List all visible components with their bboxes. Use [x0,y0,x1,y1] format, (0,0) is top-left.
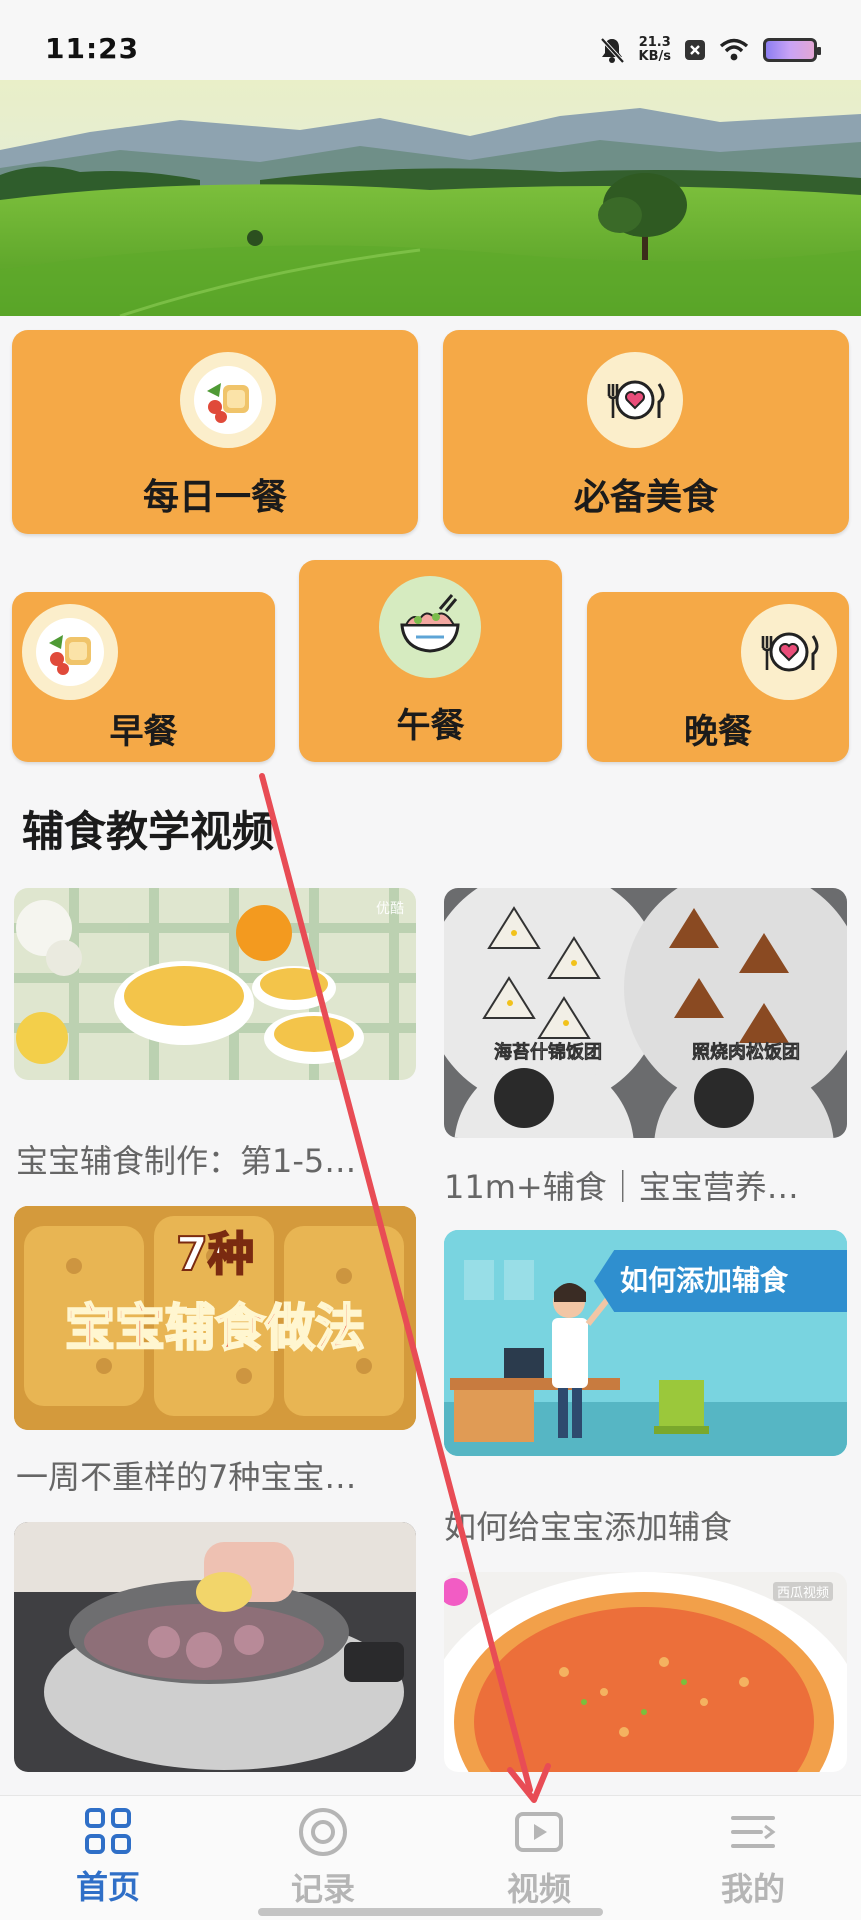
category-label: 必备美食 [573,477,718,518]
net-speed-unit: KB/s [638,49,671,64]
bottom-navigation: 首页 记录 视频 我的 [0,1795,861,1920]
category-card-lunch[interactable]: 午餐 [299,560,562,762]
video-thumbnail-2[interactable]: 7种 宝宝辅食做法 [14,1206,416,1430]
video-thumbnail-5[interactable]: 如何添加辅食 [444,1230,847,1456]
video-thumbnail-4[interactable]: 海苔什锦饭团 照烧肉松饭团 [444,888,847,1138]
category-card-daily-meal[interactable]: 每日一餐 [12,330,418,534]
status-bar: 11:23 21.3 KB/s [0,0,861,80]
category-card-dinner[interactable]: 晚餐 [587,592,849,762]
video-thumbnail-6[interactable]: 西瓜视频 [444,1572,847,1772]
video-caption-a: 海苔什锦饭团 [494,1042,603,1064]
video-overlay-banner: 如何添加辅食 [594,1250,847,1312]
heart-plate-cutlery-icon [587,352,683,448]
mute-icon [600,37,625,64]
nav-record[interactable]: 记录 [243,1806,403,1916]
bowl-icon [379,576,481,678]
video-watermark: 优酷 [376,901,404,917]
nav-label: 首页 [75,1868,140,1906]
nav-label: 记录 [290,1870,355,1908]
banner-image [0,80,861,316]
wifi-icon [719,38,749,61]
category-label: 午餐 [396,706,465,746]
status-time: 11:23 [45,32,140,65]
category-label: 每日一餐 [142,477,287,518]
nav-video[interactable]: 视频 [459,1806,619,1916]
video-title[interactable]: 一周不重样的7种宝宝… [16,1452,416,1498]
net-speed: 21.3 KB/s [639,36,671,64]
video-watermark: 西瓜视频 [772,1582,833,1601]
net-speed-value: 21.3 [638,35,671,50]
battery-icon [763,38,821,62]
heart-plate-cutlery-icon [741,604,837,700]
landscape-banner[interactable] [0,80,861,316]
nav-label: 视频 [506,1870,571,1908]
video-overlay-title: 宝宝辅食做法 [64,1298,366,1358]
video-thumbnail-3[interactable] [14,1522,416,1772]
nav-mine[interactable]: 我的 [673,1806,833,1916]
video-play-icon [515,1812,563,1852]
home-indicator [258,1908,603,1916]
nav-label: 我的 [720,1870,785,1908]
video-title[interactable]: 宝宝辅食制作：第1-5… [16,1136,416,1182]
section-title: 辅食教学视频 [22,807,275,856]
video-title[interactable]: 11m+辅食｜宝宝营养… [444,1162,848,1208]
category-label: 早餐 [109,712,178,752]
category-card-breakfast[interactable]: 早餐 [12,592,275,762]
notification-x-icon [685,40,705,60]
category-label: 晚餐 [684,712,752,752]
video-caption-b: 照烧肉松饭团 [692,1042,801,1064]
grid-home-icon [85,1808,131,1854]
video-overlay-count: 7种 [175,1226,255,1282]
profile-menu-icon [731,1816,776,1848]
video-title[interactable]: 如何给宝宝添加辅食 [444,1502,848,1548]
record-circle-icon [299,1808,347,1856]
toast-plate-icon [22,604,118,700]
status-icons: 21.3 KB/s [599,30,821,70]
nav-home[interactable]: 首页 [28,1806,188,1916]
toast-plate-icon [180,352,276,448]
category-card-essential-food[interactable]: 必备美食 [443,330,849,534]
video-thumbnail-1[interactable]: 优酷 [14,888,416,1080]
